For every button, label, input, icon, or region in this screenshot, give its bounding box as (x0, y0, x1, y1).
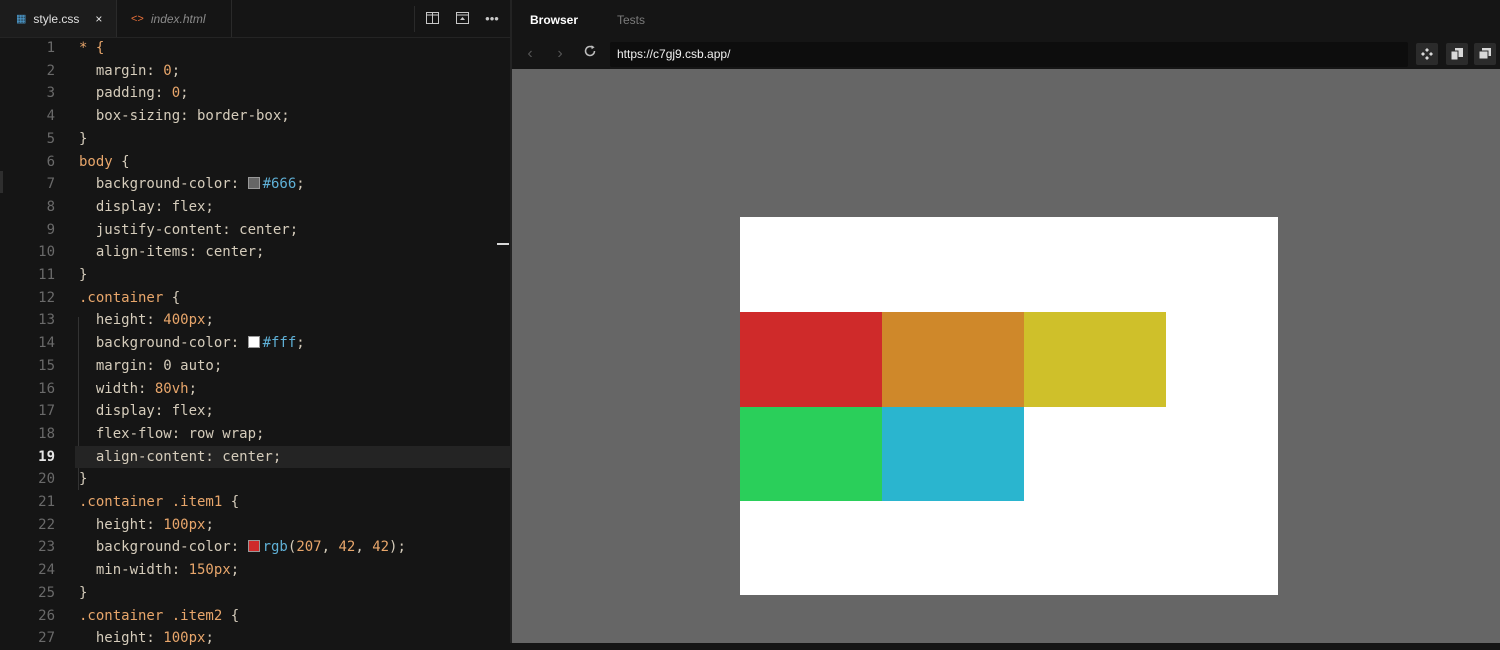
more-options-icon[interactable]: ••• (484, 10, 500, 26)
tab-tests[interactable]: Tests (617, 13, 645, 27)
code-line: 25} (38, 584, 88, 601)
code-line: 4 box-sizing: border-box; (46, 108, 290, 125)
preview-tab-bar: Browser Tests (512, 0, 1500, 40)
flex-item-4 (740, 407, 882, 501)
code-editor-pane: ▦ style.css × <> index.html ••• 1 * { 2 m… (0, 0, 510, 646)
code-line: 26 .container .item2 { (38, 607, 240, 624)
code-line: 1 * { (46, 40, 105, 56)
browser-preview-pane: Browser Tests ‹ › https://c7gj9.csb.app/ (512, 0, 1500, 643)
toolbar-divider (414, 6, 415, 32)
browser-viewport (512, 69, 1500, 643)
split-view-icon[interactable] (424, 10, 440, 26)
back-icon[interactable]: ‹ (522, 45, 538, 63)
color-swatch[interactable] (247, 336, 260, 349)
code-line: 13 height: 400px; (38, 312, 214, 329)
code-line: 11} (38, 267, 88, 283)
code-line: 9 justify-content: center; (46, 221, 299, 238)
close-icon[interactable]: × (95, 12, 102, 26)
flex-item-3 (1024, 312, 1166, 407)
code-line: 20} (38, 471, 88, 488)
flex-item-2 (882, 312, 1024, 407)
code-line: 3 padding: 0; (46, 85, 189, 102)
flex-item-5 (882, 407, 1024, 501)
code-line: 7 background-color: #666; (46, 176, 305, 193)
code-line: 17 display: flex; (38, 403, 214, 420)
open-new-window-icon[interactable] (1474, 43, 1496, 65)
code-area[interactable]: 1 * { 2 margin: 0; 3 padding: 0; 4 box-si… (0, 37, 510, 646)
color-swatch[interactable] (247, 540, 260, 553)
code-line-current: 19 align-content: center; (38, 448, 282, 465)
code-line: 15 margin: 0 auto; (38, 357, 223, 374)
code-line: 10 align-items: center; (38, 244, 265, 261)
code-line: 14 background-color: #fff; (38, 335, 305, 352)
color-swatch[interactable] (247, 177, 260, 190)
code-line: 22 height: 100px; (38, 516, 214, 533)
code-line: 23 background-color: rgb(207, 42, 42); (38, 539, 406, 556)
html-file-icon: <> (131, 12, 144, 25)
tab-label: style.css (33, 11, 80, 26)
code-line: 5} (46, 130, 88, 147)
tab-style-css[interactable]: ▦ style.css × (0, 0, 117, 37)
devtools-icon[interactable] (1416, 43, 1438, 65)
code-line: 2 margin: 0; (46, 62, 181, 79)
code-line: 21 .container .item1 { (38, 494, 240, 510)
css-file-icon: ▦ (16, 13, 27, 25)
open-preview-icon[interactable] (454, 10, 470, 26)
code-line: 18 flex-flow: row wrap; (38, 425, 265, 442)
flex-item-1 (740, 312, 882, 407)
tab-index-html[interactable]: <> index.html (117, 0, 232, 37)
code-line: 8 display: flex; (46, 198, 214, 215)
tab-label: index.html (150, 11, 206, 26)
code-line: 24 min-width: 150px; (38, 562, 240, 579)
code-line: 6 body { (46, 153, 130, 170)
code-line: 16 width: 80vh; (38, 380, 198, 397)
editor-tab-bar: ▦ style.css × <> index.html ••• (0, 0, 510, 38)
scrollbar-marker[interactable] (497, 243, 509, 245)
code-line: 27 height: 100px; (38, 630, 214, 647)
refresh-icon[interactable] (582, 44, 598, 63)
forward-icon[interactable]: › (552, 45, 568, 63)
flex-container (740, 217, 1278, 595)
copy-window-icon[interactable] (1446, 43, 1468, 65)
url-input[interactable]: https://c7gj9.csb.app/ (610, 42, 1408, 67)
tab-browser[interactable]: Browser (530, 13, 578, 27)
browser-navbar: ‹ › https://c7gj9.csb.app/ (512, 40, 1500, 69)
code-line: 12 .container { (38, 289, 181, 306)
